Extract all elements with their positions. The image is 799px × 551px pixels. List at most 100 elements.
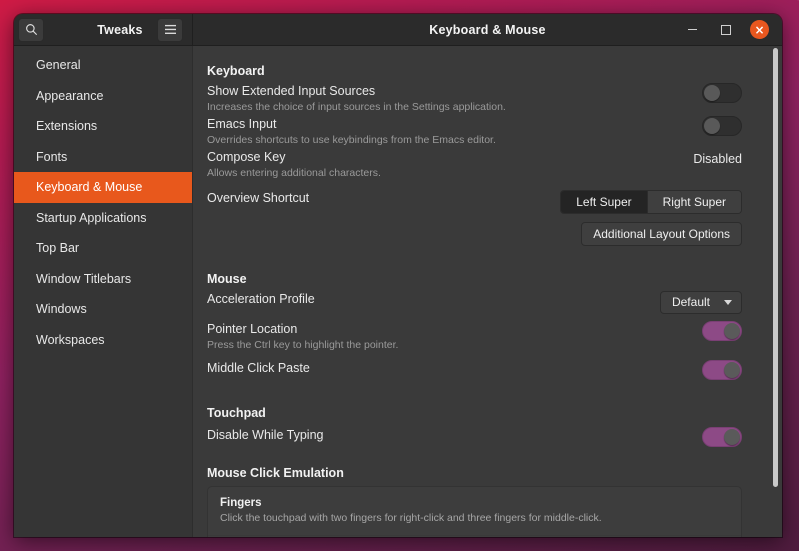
content-scrollbar[interactable] bbox=[769, 46, 782, 537]
sidebar-item-keyboard-and-mouse[interactable]: Keyboard & Mouse bbox=[14, 172, 192, 203]
sidebar-item-label: Top Bar bbox=[36, 241, 79, 255]
row-emacs-input: Emacs Input Overrides shortcuts to use k… bbox=[207, 115, 742, 148]
row-title: Emacs Input bbox=[207, 116, 690, 132]
row-control: Disabled bbox=[693, 149, 742, 169]
mouse-click-emulation-option-fingers[interactable]: Fingers Click the touchpad with two fing… bbox=[208, 487, 741, 535]
mouse-group-title: Mouse bbox=[207, 272, 742, 286]
compose-key-value[interactable]: Disabled bbox=[693, 152, 742, 166]
sidebar-item-label: General bbox=[36, 58, 80, 72]
row-disable-while-typing: Disable While Typing bbox=[207, 426, 742, 448]
row-control: Left Super Right Super bbox=[560, 190, 742, 214]
row-labels: Compose Key Allows entering additional c… bbox=[207, 149, 693, 180]
window-body: General Appearance Extensions Fonts Keyb… bbox=[14, 46, 782, 537]
row-show-extended-input-sources: Show Extended Input Sources Increases th… bbox=[207, 82, 742, 115]
settings-content-inner: Keyboard Show Extended Input Sources Inc… bbox=[193, 46, 782, 537]
sidebar-item-extensions[interactable]: Extensions bbox=[14, 111, 192, 142]
row-labels: Acceleration Profile bbox=[207, 291, 660, 307]
headerbar-right-pane: Keyboard & Mouse × bbox=[193, 14, 782, 45]
touchpad-group-title: Touchpad bbox=[207, 406, 742, 420]
sidebar-item-label: Fonts bbox=[36, 150, 67, 164]
row-control bbox=[702, 116, 742, 136]
row-labels: Emacs Input Overrides shortcuts to use k… bbox=[207, 116, 702, 147]
content-scrollbar-thumb[interactable] bbox=[773, 48, 778, 487]
headerbar-left-pane: Tweaks bbox=[14, 14, 193, 45]
row-control bbox=[702, 83, 742, 103]
overview-shortcut-segmented-control: Left Super Right Super bbox=[560, 190, 742, 214]
row-subtitle: Allows entering additional characters. bbox=[207, 166, 681, 180]
sidebar-item-general[interactable]: General bbox=[14, 50, 192, 81]
sidebar-item-label: Workspaces bbox=[36, 333, 105, 347]
row-control bbox=[702, 427, 742, 447]
row-control bbox=[702, 321, 742, 341]
search-glyph bbox=[25, 23, 38, 36]
option-subtitle: Click the touchpad with two fingers for … bbox=[220, 511, 729, 525]
sidebar-item-label: Window Titlebars bbox=[36, 272, 131, 286]
sidebar-item-label: Extensions bbox=[36, 119, 97, 133]
row-pointer-location: Pointer Location Press the Ctrl key to h… bbox=[207, 320, 742, 353]
mouse-click-emulation-listbox: Fingers Click the touchpad with two fing… bbox=[207, 486, 742, 537]
row-acceleration-profile: Acceleration Profile Default bbox=[207, 290, 742, 315]
row-subtitle: Overrides shortcuts to use keybindings f… bbox=[207, 133, 690, 147]
keyboard-group-title: Keyboard bbox=[207, 64, 742, 78]
row-title: Acceleration Profile bbox=[207, 291, 648, 307]
hamburger-glyph bbox=[164, 24, 177, 35]
sidebar-item-fonts[interactable]: Fonts bbox=[14, 142, 192, 173]
row-compose-key: Compose Key Allows entering additional c… bbox=[207, 148, 742, 181]
sidebar-item-windows[interactable]: Windows bbox=[14, 294, 192, 325]
sidebar-item-label: Windows bbox=[36, 302, 87, 316]
row-subtitle: Press the Ctrl key to highlight the poin… bbox=[207, 338, 690, 352]
sidebar: General Appearance Extensions Fonts Keyb… bbox=[14, 46, 193, 537]
overview-shortcut-left-super-button[interactable]: Left Super bbox=[561, 191, 646, 213]
row-title: Middle Click Paste bbox=[207, 360, 690, 376]
window-controls: × bbox=[684, 20, 782, 39]
hamburger-menu-icon[interactable] bbox=[157, 18, 183, 42]
row-subtitle: Increases the choice of input sources in… bbox=[207, 100, 690, 114]
mouse-click-emulation-option-area[interactable]: Area Click the bottom right of the touch… bbox=[208, 535, 741, 537]
sidebar-item-top-bar[interactable]: Top Bar bbox=[14, 233, 192, 264]
toggle-knob bbox=[724, 429, 740, 445]
acceleration-profile-dropdown[interactable]: Default bbox=[660, 291, 742, 314]
row-labels: Middle Click Paste bbox=[207, 360, 702, 376]
minimize-button[interactable] bbox=[684, 21, 701, 38]
sidebar-item-workspaces[interactable]: Workspaces bbox=[14, 325, 192, 356]
search-icon[interactable] bbox=[18, 18, 44, 42]
acceleration-profile-value: Default bbox=[672, 295, 710, 310]
mouse-click-emulation-group-title: Mouse Click Emulation bbox=[207, 466, 742, 480]
window-headerbar: Tweaks Keyboard & Mouse × bbox=[14, 14, 782, 46]
sidebar-item-window-titlebars[interactable]: Window Titlebars bbox=[14, 264, 192, 295]
pointer-location-toggle[interactable] bbox=[702, 321, 742, 341]
middle-click-paste-toggle[interactable] bbox=[702, 360, 742, 380]
sidebar-item-label: Appearance bbox=[36, 89, 103, 103]
toggle-knob bbox=[724, 362, 740, 378]
row-title: Disable While Typing bbox=[207, 427, 690, 443]
sidebar-item-appearance[interactable]: Appearance bbox=[14, 81, 192, 112]
row-labels: Pointer Location Press the Ctrl key to h… bbox=[207, 321, 702, 352]
sidebar-item-startup-applications[interactable]: Startup Applications bbox=[14, 203, 192, 234]
close-button[interactable]: × bbox=[750, 20, 769, 39]
maximize-button[interactable] bbox=[717, 21, 734, 38]
tweaks-window: Tweaks Keyboard & Mouse × bbox=[14, 14, 782, 537]
sidebar-item-label: Startup Applications bbox=[36, 211, 147, 225]
row-labels: Overview Shortcut bbox=[207, 190, 560, 206]
show-extended-input-sources-toggle[interactable] bbox=[702, 83, 742, 103]
toggle-knob bbox=[704, 85, 720, 101]
row-additional-layout-options: Additional Layout Options bbox=[207, 221, 742, 247]
desktop-background: Tweaks Keyboard & Mouse × bbox=[0, 0, 799, 551]
row-labels: Show Extended Input Sources Increases th… bbox=[207, 83, 702, 114]
row-title: Compose Key bbox=[207, 149, 681, 165]
emacs-input-toggle[interactable] bbox=[702, 116, 742, 136]
disable-while-typing-toggle[interactable] bbox=[702, 427, 742, 447]
row-control: Additional Layout Options bbox=[581, 222, 742, 246]
row-labels: Disable While Typing bbox=[207, 427, 702, 443]
row-title: Overview Shortcut bbox=[207, 190, 548, 206]
row-control bbox=[702, 360, 742, 380]
overview-shortcut-right-super-button[interactable]: Right Super bbox=[647, 191, 741, 213]
settings-content-area: Keyboard Show Extended Input Sources Inc… bbox=[193, 46, 782, 537]
row-title: Pointer Location bbox=[207, 321, 690, 337]
additional-layout-options-button[interactable]: Additional Layout Options bbox=[581, 222, 742, 246]
row-overview-shortcut: Overview Shortcut Left Super Right Super bbox=[207, 189, 742, 215]
toggle-knob bbox=[704, 118, 720, 134]
row-control: Default bbox=[660, 291, 742, 314]
toggle-knob bbox=[724, 323, 740, 339]
sidebar-item-label: Keyboard & Mouse bbox=[36, 180, 142, 194]
